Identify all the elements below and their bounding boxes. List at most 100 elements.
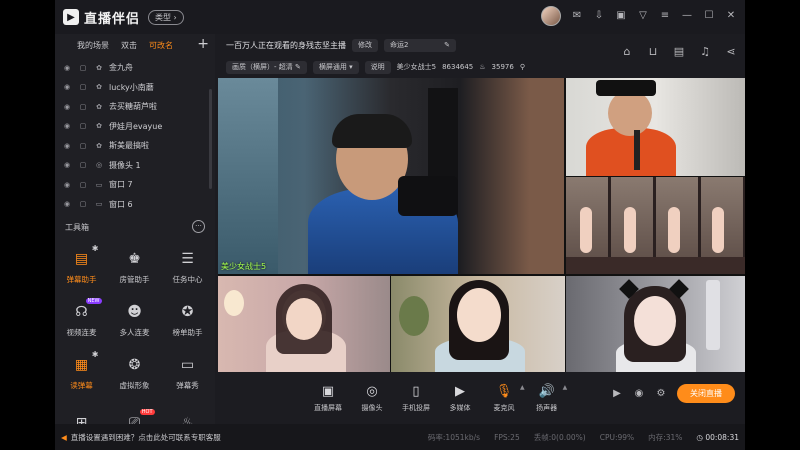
- edit-title-button[interactable]: 修改: [352, 38, 378, 52]
- download-icon[interactable]: ⇩: [593, 10, 605, 22]
- filter-icon[interactable]: ▽: [637, 10, 649, 22]
- scene-item[interactable]: ◉ ▢ ✿ 伊娃月evayue: [55, 117, 215, 137]
- mail-icon[interactable]: ✉: [571, 10, 583, 22]
- add-screen-button[interactable]: ▣ 直播屏幕: [306, 384, 350, 413]
- explain-button[interactable]: 说明: [364, 60, 391, 74]
- tool-danmu-show[interactable]: ▭ 弹幕秀: [161, 350, 214, 395]
- screen-icon[interactable]: ▣: [615, 10, 627, 22]
- scene-item[interactable]: ◉ ▢ ✿ 斯美最搞啦: [55, 136, 215, 156]
- minimize-icon[interactable]: —: [681, 10, 693, 22]
- scene-item[interactable]: ◉ ▢ ◎ 摄像头 1: [55, 156, 215, 176]
- main-camera-feed[interactable]: 美少女战士5: [218, 78, 564, 274]
- tool-task-center[interactable]: ☰ 任务中心: [161, 244, 214, 289]
- lock-icon[interactable]: ▢: [77, 200, 89, 208]
- eye-icon[interactable]: ◉: [61, 161, 73, 169]
- lock-icon[interactable]: ▢: [77, 103, 89, 111]
- type-button-label: 类型: [155, 12, 172, 22]
- bell-icon[interactable]: ♫: [699, 46, 711, 58]
- media-source-icon: ✿: [96, 83, 102, 92]
- speaker-notice-icon: ◀: [61, 432, 67, 442]
- tool-danmu-assistant[interactable]: ▤ ✱ 弹幕助手: [55, 244, 108, 289]
- danmu-icon: ▤ ✱: [74, 243, 99, 267]
- tab-rename[interactable]: 可改名: [149, 40, 173, 51]
- tool-read-danmu[interactable]: ▦ ✱ 读弹幕: [55, 350, 108, 395]
- scene-item[interactable]: ◉ ▢ ✿ 去买糖葫芦啦: [55, 97, 215, 117]
- eye-icon[interactable]: ◉: [61, 181, 73, 189]
- guest-feed-2[interactable]: [566, 177, 745, 274]
- menu-icon[interactable]: ≡: [659, 10, 671, 22]
- multimedia-button[interactable]: ▶ 多媒体: [438, 384, 482, 413]
- room-id: 8634645: [442, 63, 474, 71]
- tool-admin-assistant[interactable]: ♚ 房管助手: [108, 244, 161, 289]
- stream-title: 一百万人正在观看的身残志坚主播: [226, 40, 346, 50]
- curtain: [218, 78, 278, 274]
- gift-icon[interactable]: ⌂: [621, 46, 633, 58]
- landscape-select[interactable]: 横屏通用 ▾: [312, 60, 359, 74]
- gear-icon[interactable]: ✱: [92, 244, 99, 253]
- lock-icon[interactable]: ▢: [77, 161, 89, 169]
- tool-multi-link[interactable]: ☻ 多人连麦: [108, 297, 161, 342]
- speaker-caret-icon[interactable]: ▲: [563, 384, 568, 413]
- scene-item[interactable]: ◉ ▢ ▭ 窗口 6: [55, 195, 215, 215]
- clock-icon: ◷: [696, 432, 703, 442]
- preview-canvas[interactable]: 美少女战士5: [218, 78, 745, 372]
- close-icon[interactable]: ✕: [725, 10, 737, 22]
- scene-item[interactable]: ◉ ▢ ▭ 窗口 7: [55, 175, 215, 195]
- tool-rank-assistant[interactable]: ✪ 榜单助手: [161, 297, 214, 342]
- lock-icon[interactable]: ▢: [77, 142, 89, 150]
- maximize-icon[interactable]: ☐: [703, 10, 715, 22]
- share-icon[interactable]: ⋖: [725, 46, 737, 58]
- eye-preview-icon[interactable]: ◉: [633, 388, 645, 400]
- scene-scrollbar[interactable]: [209, 89, 212, 189]
- hair: [332, 114, 412, 148]
- add-camera-button[interactable]: ◎ 摄像头: [350, 384, 394, 413]
- close-live-button[interactable]: 关闭直播: [677, 384, 735, 403]
- eye-icon[interactable]: ◉: [61, 103, 73, 111]
- guest-feed-4[interactable]: [391, 276, 565, 372]
- record-icon[interactable]: ▶: [611, 388, 623, 400]
- dancer: [668, 207, 680, 253]
- eye-icon[interactable]: ◉: [61, 83, 73, 91]
- tool-virtual-avatar[interactable]: ❂ 虚拟形象: [108, 350, 161, 395]
- lock-icon[interactable]: ▢: [77, 181, 89, 189]
- category-select[interactable]: 命运2 ✎: [384, 38, 456, 52]
- lock-icon[interactable]: ▢: [77, 64, 89, 72]
- phone-cast-button[interactable]: ▯ 手机投屏: [394, 384, 438, 413]
- more-icon[interactable]: ···: [192, 220, 205, 233]
- user-avatar[interactable]: [541, 6, 561, 26]
- lock-icon[interactable]: ▢: [77, 83, 89, 91]
- tool-video-link[interactable]: ☊ NEW 视频连麦: [55, 297, 108, 342]
- guest-feed-3[interactable]: [218, 276, 390, 372]
- eye-icon[interactable]: ◉: [61, 200, 73, 208]
- main-panel: 一百万人正在观看的身残志坚主播 修改 命运2 ✎ 画质（横屏）- 超清 ✎ 横屏通…: [218, 34, 745, 424]
- scene-label: 窗口 6: [109, 199, 133, 209]
- title-bar: ▶ 直播伴侣 类型 › ✉ ⇩ ▣ ▽ ≡ — ☐ ✕: [55, 0, 745, 34]
- tab-double-click[interactable]: 双击: [121, 40, 137, 51]
- guest-feed-1[interactable]: [566, 78, 745, 176]
- tab-my-scenes[interactable]: 我的场景: [77, 40, 109, 51]
- tools-grid: ▤ ✱ 弹幕助手 ♚ 房管助手 ☰ 任务中心 ☊ NEW 视频连麦 ☻ 多人连麦 ✪…: [55, 244, 215, 448]
- lock-icon[interactable]: ▢: [77, 122, 89, 130]
- gear-icon[interactable]: ✱: [92, 350, 99, 359]
- layout-icon[interactable]: ▤: [673, 46, 685, 58]
- scene-item[interactable]: ◉ ▢ ✿ lucky小南蘑: [55, 78, 215, 98]
- fps-stat: FPS:25: [494, 432, 520, 442]
- unlock-icon[interactable]: ⊔: [647, 46, 659, 58]
- scene-label: 窗口 7: [109, 180, 133, 190]
- type-button[interactable]: 类型 ›: [148, 9, 184, 25]
- scene-item[interactable]: ◉ ▢ ✿ 金九舟: [55, 58, 215, 78]
- camera-label: 美少女战士5: [221, 262, 267, 271]
- eye-icon[interactable]: ◉: [61, 64, 73, 72]
- settings-gear-icon[interactable]: ⚙: [655, 388, 667, 400]
- lamp: [224, 290, 244, 316]
- eye-icon[interactable]: ◉: [61, 122, 73, 130]
- scene-label: 斯美最搞啦: [109, 141, 149, 151]
- guest-feed-5[interactable]: [566, 276, 745, 372]
- location-icon: ⚲: [519, 63, 525, 71]
- bottom-item-label: 摄像头: [361, 403, 383, 412]
- quality-select[interactable]: 画质（横屏）- 超清 ✎: [226, 60, 307, 74]
- support-link[interactable]: ◀ 直播设置遇到困难？点击此处可联系专职客服: [61, 432, 221, 443]
- media-source-icon: ✿: [96, 141, 102, 150]
- eye-icon[interactable]: ◉: [61, 142, 73, 150]
- add-scene-icon[interactable]: +: [197, 36, 209, 52]
